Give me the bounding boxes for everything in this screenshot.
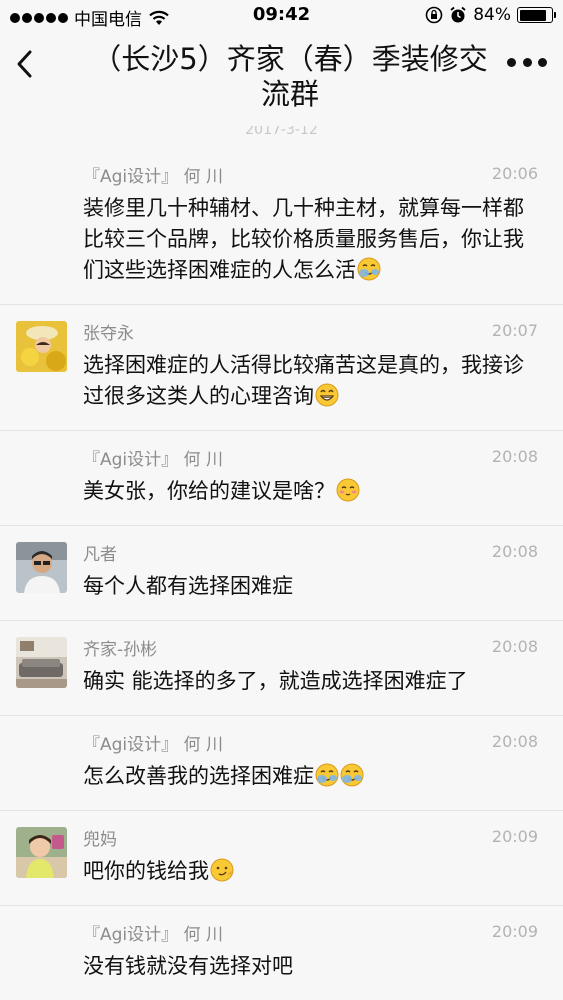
message-time: 20:07 (491, 321, 538, 340)
message-time: 20:08 (491, 732, 538, 751)
message-text-content: 美女张，你给的建议是啥？ (83, 479, 335, 503)
message-item[interactable]: 『Agi设计』 何 川 20:08 怎么改善我的选择困难症 (0, 716, 563, 811)
message-text: 美女张，你给的建议是啥？ (83, 476, 538, 507)
message-item[interactable]: 齐家-孙彬 20:08 确实 能选择的多了，就造成选择困难症了 (0, 621, 563, 716)
message-item[interactable]: 『Agi设计』 何 川 20:06 装修里几十种辅材、几十种主材，就算每一样都比较三… (0, 148, 563, 305)
sender-name: 齐家-孙彬 (83, 640, 158, 660)
smirk-emoji (210, 858, 234, 882)
sender-name: 凡者 (83, 545, 117, 565)
message-text: 装修里几十种辅材、几十种主材，就算每一样都比较三个品牌，比较价格质量服务售后，你… (83, 193, 538, 286)
back-button[interactable] (10, 44, 42, 84)
sender-name: 『Agi设计』 何 川 (83, 925, 223, 945)
message-text: 每个人都有选择困难症 (83, 571, 538, 602)
message-time: 20:08 (491, 542, 538, 561)
message-text: 吧你的钱给我 (83, 856, 538, 887)
chat-list[interactable]: 2017-3-12 『Agi设计』 何 川 20:06 装修里几十种辅材、几十种主材… (0, 126, 563, 1000)
more-dots-icon (507, 57, 516, 67)
message-time: 20:08 (491, 447, 538, 466)
battery-icon (517, 7, 556, 23)
battery-percent: 84% (473, 5, 511, 25)
chat-title: （长沙5）齐家（春）季装修交流群 (92, 42, 488, 111)
message-text-content: 每个人都有选择困难症 (83, 574, 293, 598)
sender-name: 『Agi设计』 何 川 (83, 167, 223, 187)
grin-emoji (315, 383, 339, 407)
facepalm-emoji (357, 257, 381, 281)
message-text-content: 确实 能选择的多了，就造成选择困难症了 (83, 669, 468, 693)
avatar[interactable] (16, 542, 67, 593)
message-time: 20:09 (491, 827, 538, 846)
facepalm-emoji (340, 763, 364, 787)
sender-name: 兜妈 (83, 830, 117, 850)
message-item[interactable]: 兜妈 20:09 吧你的钱给我 (0, 811, 563, 906)
avatar[interactable] (16, 637, 67, 688)
date-stamp: 2017-3-12 (245, 126, 318, 138)
message-list: 『Agi设计』 何 川 20:06 装修里几十种辅材、几十种主材，就算每一样都比较三… (0, 148, 563, 1000)
message-text: 确实 能选择的多了，就造成选择困难症了 (83, 666, 538, 697)
message-time: 20:09 (491, 922, 538, 941)
battery-fill (519, 9, 546, 21)
message-text: 没有钱就没有选择对吧 (83, 951, 538, 982)
message-text-content: 装修里几十种辅材、几十种主材，就算每一样都比较三个品牌，比较价格质量服务售后，你… (83, 196, 524, 282)
nav-bar: （长沙5）齐家（春）季装修交流群 (0, 32, 563, 124)
status-bar: 中国电信 09:42 84% (0, 0, 563, 32)
facepalm-emoji (315, 763, 339, 787)
message-text: 选择困难症的人活得比较痛苦这是真的，我接诊过很多这类人的心理咨询 (83, 350, 538, 412)
message-item[interactable]: 『Agi设计』 何 川 20:09 没有钱就没有选择对吧 (0, 906, 563, 1000)
message-time: 20:08 (491, 637, 538, 656)
blush-emoji (336, 478, 360, 502)
avatar[interactable] (16, 321, 67, 372)
message-item[interactable]: 张夺永 20:07 选择困难症的人活得比较痛苦这是真的，我接诊过很多这类人的心理咨询 (0, 305, 563, 431)
message-item[interactable]: 『Agi设计』 何 川 20:08 美女张，你给的建议是啥？ (0, 431, 563, 526)
more-button[interactable] (507, 50, 547, 74)
sender-name: 『Agi设计』 何 川 (83, 450, 223, 470)
status-right: 84% (425, 5, 556, 25)
rotation-lock-icon (425, 6, 443, 24)
sender-name: 张夺永 (83, 324, 134, 344)
message-item[interactable]: 凡者 20:08 每个人都有选择困难症 (0, 526, 563, 621)
avatar[interactable] (16, 827, 67, 878)
alarm-icon (450, 6, 466, 23)
message-time: 20:06 (491, 164, 538, 183)
message-text-content: 怎么改善我的选择困难症 (83, 764, 314, 788)
message-text-content: 吧你的钱给我 (83, 859, 209, 883)
message-text-content: 没有钱就没有选择对吧 (83, 954, 293, 978)
sender-name: 『Agi设计』 何 川 (83, 735, 223, 755)
message-text-content: 选择困难症的人活得比较痛苦这是真的，我接诊过很多这类人的心理咨询 (83, 353, 524, 408)
message-text: 怎么改善我的选择困难症 (83, 761, 538, 792)
